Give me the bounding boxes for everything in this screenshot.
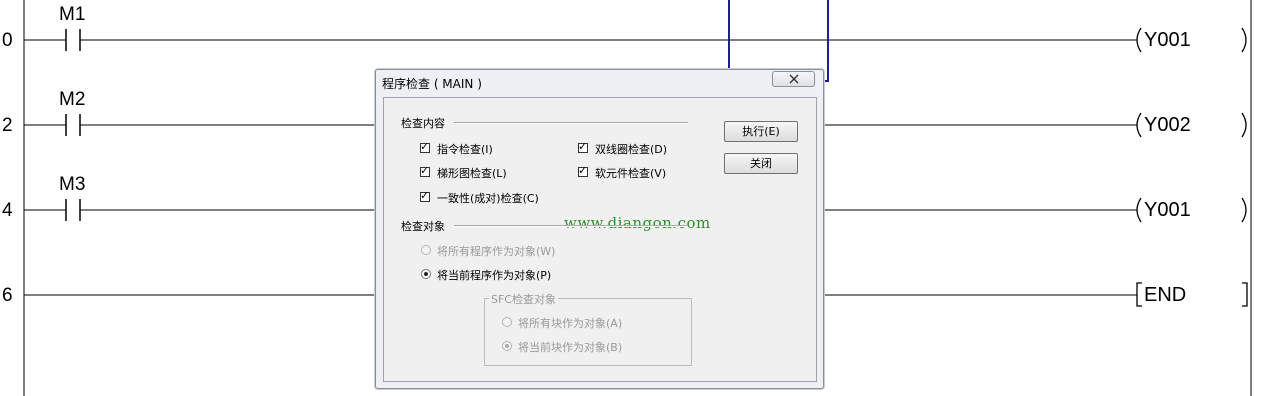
checkbox-instruction-check[interactable]: ✓: [420, 140, 430, 153]
coil-label-y002: Y002: [1144, 114, 1191, 136]
dialog-client-area: 检查内容 ✓ 指令检查(I) ✓ 双线圈检查(D) ✓ 梯形图检查(L) ✓ 软…: [383, 97, 817, 382]
radio-current-program[interactable]: [421, 269, 431, 279]
ladder-check-label: 梯形图检查(L): [437, 167, 507, 180]
sfc-target-group: [484, 298, 692, 366]
double-coil-check-label: 双线圈检查(D): [595, 143, 668, 156]
end-instruction-label: END: [1144, 284, 1187, 306]
coil-y002-left-paren: [1136, 112, 1142, 138]
coil-y001-left-paren: [1136, 27, 1142, 53]
checkbox-ladder-check[interactable]: ✓: [420, 164, 430, 177]
contact-label-m2: M2: [59, 89, 86, 110]
close-button[interactable]: 关闭: [724, 153, 798, 174]
group-divider: [454, 225, 688, 227]
current-block-label: 将当前块作为对象(B): [518, 341, 623, 354]
end-left-bracket: [1136, 282, 1142, 307]
coil-label-y001: Y001: [1144, 199, 1191, 221]
close-icon[interactable]: [772, 71, 815, 87]
contact-label-m1: M1: [59, 4, 86, 25]
radio-current-block[interactable]: [502, 341, 512, 351]
instruction-check-label: 指令检查(I): [437, 143, 493, 156]
watermark-text: www.diangon.com: [564, 214, 711, 232]
all-programs-label: 将所有程序作为对象(W): [437, 245, 556, 258]
step-number: 6: [2, 285, 13, 306]
sfc-target-group-label: SFC检查对象: [489, 291, 558, 307]
coil-y001-right-paren: [1241, 27, 1247, 53]
checkbox-device-check[interactable]: ✓: [578, 164, 588, 177]
execute-button[interactable]: 执行(E): [724, 121, 798, 142]
coil-y001b-left-paren: [1136, 197, 1142, 223]
check-target-group-label: 检查对象: [401, 220, 445, 233]
radio-all-programs[interactable]: [421, 245, 431, 255]
check-content-group-label: 检查内容: [401, 117, 445, 130]
all-blocks-label: 将所有块作为对象(A): [518, 317, 623, 330]
coil-y001b-right-paren: [1241, 197, 1247, 223]
step-number: 4: [2, 200, 13, 221]
coil-label-y001: Y001: [1144, 29, 1191, 51]
device-check-label: 软元件检查(V): [595, 167, 667, 180]
contact-label-m3: M3: [59, 174, 86, 195]
dialog-title: 程序检查 ( MAIN ): [382, 77, 482, 91]
step-number: 2: [2, 115, 13, 136]
radio-all-blocks[interactable]: [502, 317, 512, 327]
current-program-label: 将当前程序作为对象(P): [437, 269, 552, 282]
checkbox-consistency-check[interactable]: ✓: [420, 189, 430, 202]
group-divider: [454, 122, 688, 124]
program-check-dialog: 程序检查 ( MAIN ) 检查内容 ✓ 指令检查(I) ✓ 双线圈检查(D) …: [375, 69, 824, 389]
step-number: 0: [2, 30, 13, 51]
coil-y002-right-paren: [1241, 112, 1247, 138]
checkbox-double-coil-check[interactable]: ✓: [578, 140, 588, 153]
end-right-bracket: [1242, 282, 1248, 307]
consistency-check-label: 一致性(成对)检查(C): [437, 192, 539, 205]
